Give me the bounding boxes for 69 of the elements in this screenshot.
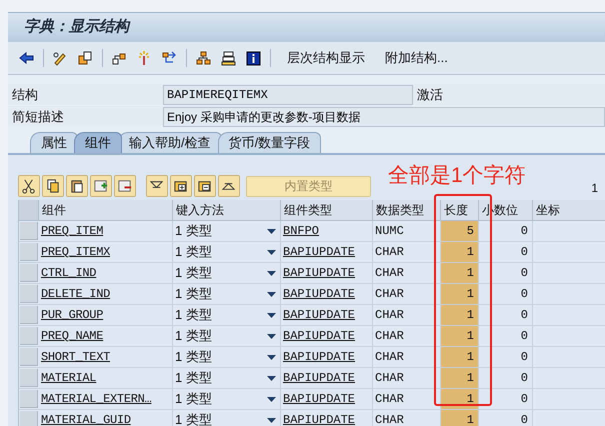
- field-label: 结构: [11, 86, 39, 104]
- table-cell: 0: [479, 284, 533, 304]
- component-link[interactable]: DELETE_IND: [39, 284, 173, 304]
- tab[interactable]: 组件: [74, 132, 122, 153]
- component-link[interactable]: PREQ_ITEM: [39, 221, 173, 241]
- table-cell: 0: [479, 347, 533, 367]
- component-link[interactable]: MATERIAL_GUID: [39, 410, 173, 426]
- component-link[interactable]: PREQ_ITEMX: [39, 242, 173, 262]
- entry-method-value: 1 类型: [175, 411, 212, 426]
- component-type-link[interactable]: BAPIUPDATE: [281, 305, 373, 325]
- table-cell: 1: [441, 263, 479, 283]
- component-type-link[interactable]: BAPIUPDATE: [281, 242, 373, 262]
- component-link[interactable]: MATERIAL: [39, 368, 173, 388]
- component-type-link[interactable]: BAPIUPDATE: [281, 389, 373, 409]
- status-text: 激活: [417, 86, 443, 104]
- entry-method-value: 1 类型: [175, 243, 212, 262]
- column-header: 组件: [39, 200, 173, 220]
- component-type-link[interactable]: BAPIUPDATE: [281, 263, 373, 283]
- field-value: BAPIMEREQITEMX: [163, 84, 413, 104]
- table-cell: 1: [441, 242, 479, 262]
- table-cell: 0: [479, 326, 533, 346]
- toolbar-button[interactable]: 层次结构显示: [283, 48, 369, 68]
- component-link[interactable]: PUR_GROUP: [39, 305, 173, 325]
- component-type-link[interactable]: BAPIUPDATE: [281, 368, 373, 388]
- window-title: 字典：显示结构: [24, 17, 129, 38]
- entry-method-value: 1 类型: [175, 327, 212, 346]
- column-header: 坐标: [533, 200, 605, 220]
- toolbar-button[interactable]: 附加结构...: [381, 48, 452, 68]
- entry-method-value: 1 类型: [175, 369, 212, 388]
- component-type-link[interactable]: BAPIUPDATE: [281, 284, 373, 304]
- component-type-link[interactable]: BAPIUPDATE: [281, 326, 373, 346]
- component-type-link[interactable]: BNFPO: [281, 221, 373, 241]
- table-cell: 1: [441, 326, 479, 346]
- table-cell: 0: [479, 221, 533, 241]
- table-cell: 1: [441, 368, 479, 388]
- tab[interactable]: 属性: [30, 132, 78, 153]
- table-cell: 0: [479, 410, 533, 426]
- table-cell: 1: [441, 305, 479, 325]
- table-cell: 0: [479, 389, 533, 409]
- tab[interactable]: 货币/数量字段: [218, 132, 322, 153]
- entry-method-value: 1 类型: [175, 222, 212, 240]
- table-cell: 0: [479, 305, 533, 325]
- entry-method-value: 1 类型: [175, 348, 212, 366]
- table-cell: 0: [479, 368, 533, 388]
- annotation-text: 全部是1个字符: [388, 164, 526, 187]
- component-link[interactable]: PREQ_NAME: [39, 326, 173, 346]
- table-cell: 1: [441, 410, 479, 426]
- entry-method-value: 1 类型: [175, 390, 212, 408]
- table-cell: 0: [479, 242, 533, 262]
- row-count: 1: [591, 180, 598, 197]
- column-header: 长度: [441, 200, 479, 220]
- table-cell: 1: [441, 389, 479, 409]
- column-header: 键入方法: [173, 200, 281, 220]
- component-link[interactable]: CTRL_IND: [39, 263, 173, 283]
- entry-method-value: 1 类型: [175, 285, 212, 304]
- field-value: Enjoy 采购申请的更改参数-项目数据: [163, 106, 605, 126]
- component-link[interactable]: SHORT_TEXT: [39, 347, 173, 367]
- field-label: 简短描述: [11, 108, 65, 126]
- column-header: 组件类型: [281, 200, 373, 220]
- entry-method-value: 1 类型: [175, 264, 212, 282]
- table-cell: 0: [479, 263, 533, 283]
- table-cell: 1: [441, 347, 479, 367]
- entry-method-value: 1 类型: [175, 306, 212, 324]
- table-cell: 5: [441, 221, 479, 241]
- component-type-link[interactable]: BAPIUPDATE: [281, 410, 373, 426]
- column-header: 数据类型: [373, 200, 441, 220]
- table-cell: 1: [441, 284, 479, 304]
- component-link[interactable]: MATERIAL_EXTERN…: [39, 389, 173, 409]
- component-type-link[interactable]: BAPIUPDATE: [281, 347, 373, 367]
